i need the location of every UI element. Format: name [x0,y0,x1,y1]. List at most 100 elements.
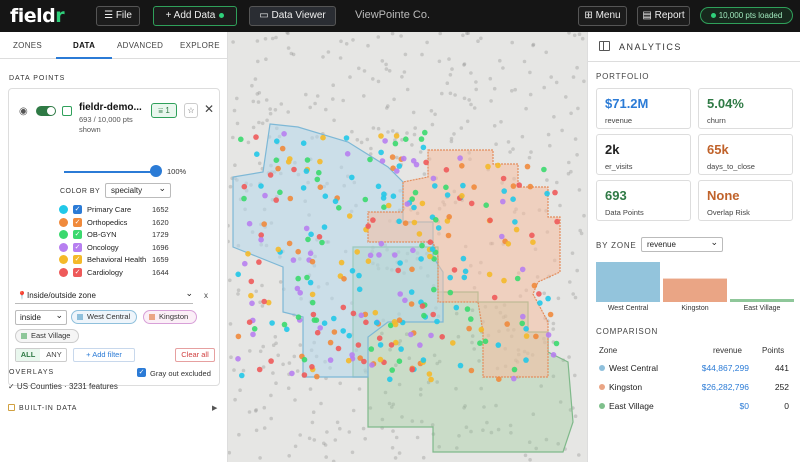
map-point-included[interactable] [505,241,512,247]
map-point-included[interactable] [419,200,426,207]
map-point-included[interactable] [279,145,286,152]
map-point-included[interactable] [428,376,434,383]
map-point-included[interactable] [409,266,415,273]
map-point-included[interactable] [309,364,315,370]
map-point-included[interactable] [382,138,388,144]
map-point-included[interactable] [309,258,316,265]
opacity-slider-handle[interactable] [150,165,162,177]
map-point-included[interactable] [313,317,320,324]
category-item[interactable]: ✓ Oncology 1696 [59,242,179,253]
map-point-included[interactable] [444,192,451,198]
map-point-included[interactable] [390,193,397,199]
map-point-included[interactable] [317,325,323,331]
map-point-included[interactable] [504,321,511,327]
map-point-included[interactable] [254,151,260,157]
map-point-included[interactable] [477,340,483,347]
map-point-included[interactable] [303,225,310,232]
map-point-included[interactable] [307,250,314,257]
map-point-included[interactable] [547,311,554,318]
color-by-select[interactable]: specialty [105,182,171,198]
map-point-included[interactable] [246,319,253,326]
built-in-data-toggle[interactable]: BUILT-IN DATA [8,404,77,412]
bar-west-central[interactable] [596,262,660,302]
map-point-included[interactable] [235,356,241,362]
gray-out-checkbox[interactable]: ✓ [137,368,146,377]
map-point-included[interactable] [513,226,520,233]
map-point-included[interactable] [314,176,321,183]
map-point-included[interactable] [501,188,508,194]
map-point-included[interactable] [261,298,267,305]
map-point-included[interactable] [295,275,301,282]
map-point-included[interactable] [235,271,241,278]
map-point-included[interactable] [304,274,310,281]
filter-rule-select[interactable]: 📍Inside/outside zone [15,287,193,304]
map-point-included[interactable] [460,182,466,189]
map-point-included[interactable] [361,358,367,365]
map-point-included[interactable] [500,175,507,182]
map-point-included[interactable] [460,255,467,262]
map-point-included[interactable] [285,159,292,165]
map-point-included[interactable] [411,204,417,211]
map-point-included[interactable] [527,183,534,190]
map-point-included[interactable] [317,158,323,165]
map-point-included[interactable] [289,370,295,377]
map-point-included[interactable] [370,217,376,223]
bar-east-village[interactable] [730,299,794,302]
map-point-included[interactable] [420,144,427,151]
map-point-included[interactable] [434,318,440,325]
map-point-included[interactable] [275,165,281,172]
map-point-included[interactable] [362,196,369,203]
map-point-included[interactable] [512,219,518,225]
map-point-included[interactable] [429,246,436,252]
filter-operator-select[interactable]: inside [15,309,67,325]
map-point-included[interactable] [258,183,264,189]
map-point-included[interactable] [396,218,402,225]
map-point-included[interactable] [369,362,375,368]
map-point-included[interactable] [322,193,329,199]
map-point-included[interactable] [426,371,433,377]
map-point-included[interactable] [457,362,464,369]
map-point-included[interactable] [487,217,493,224]
map-point-included[interactable] [519,266,526,273]
sidebar-panel-icon[interactable] [599,41,610,51]
map-point-included[interactable] [268,358,274,364]
category-item[interactable]: ✓ Orthopedics 1620 [59,217,179,228]
map-point-included[interactable] [301,356,308,363]
map-point-included[interactable] [423,159,429,166]
map-point-included[interactable] [416,231,423,237]
map-point-included[interactable] [413,161,420,168]
map-point-included[interactable] [321,224,328,230]
map-point-included[interactable] [418,136,425,142]
map-point-included[interactable] [431,286,437,293]
map-point-included[interactable] [368,346,375,352]
tab-zones[interactable]: ZONES [13,41,42,50]
map-point-included[interactable] [552,189,558,196]
map-point-included[interactable] [550,352,557,358]
menu-button[interactable]: ⊞ Menu [578,6,627,26]
zone-chip[interactable]: West Central [71,310,137,324]
map-point-included[interactable] [459,193,465,199]
map-point-included[interactable] [256,366,263,373]
map-point-included[interactable] [510,183,517,189]
zone-chip[interactable]: East Village [15,329,79,343]
map-point-included[interactable] [478,326,485,333]
map-point-included[interactable] [376,335,383,342]
map-point-included[interactable] [373,319,380,326]
all-button[interactable]: ALL [16,349,40,361]
map-point-included[interactable] [291,166,297,173]
map-point-included[interactable] [365,258,372,264]
map-point-included[interactable] [367,156,373,163]
map-point-included[interactable] [462,268,469,275]
map-point-included[interactable] [408,289,415,295]
zone-revenue[interactable]: $26,282,796 [702,382,749,392]
eye-icon[interactable]: ◉ [19,106,28,117]
map-point-included[interactable] [545,295,551,302]
map-point-included[interactable] [471,184,477,190]
map-point-included[interactable] [303,168,310,174]
map-point-included[interactable] [445,232,452,239]
map-point-included[interactable] [409,366,415,373]
map-point-included[interactable] [427,239,434,245]
map-point-included[interactable] [393,133,400,139]
map-point-included[interactable] [419,242,425,249]
map-point-included[interactable] [459,163,465,169]
